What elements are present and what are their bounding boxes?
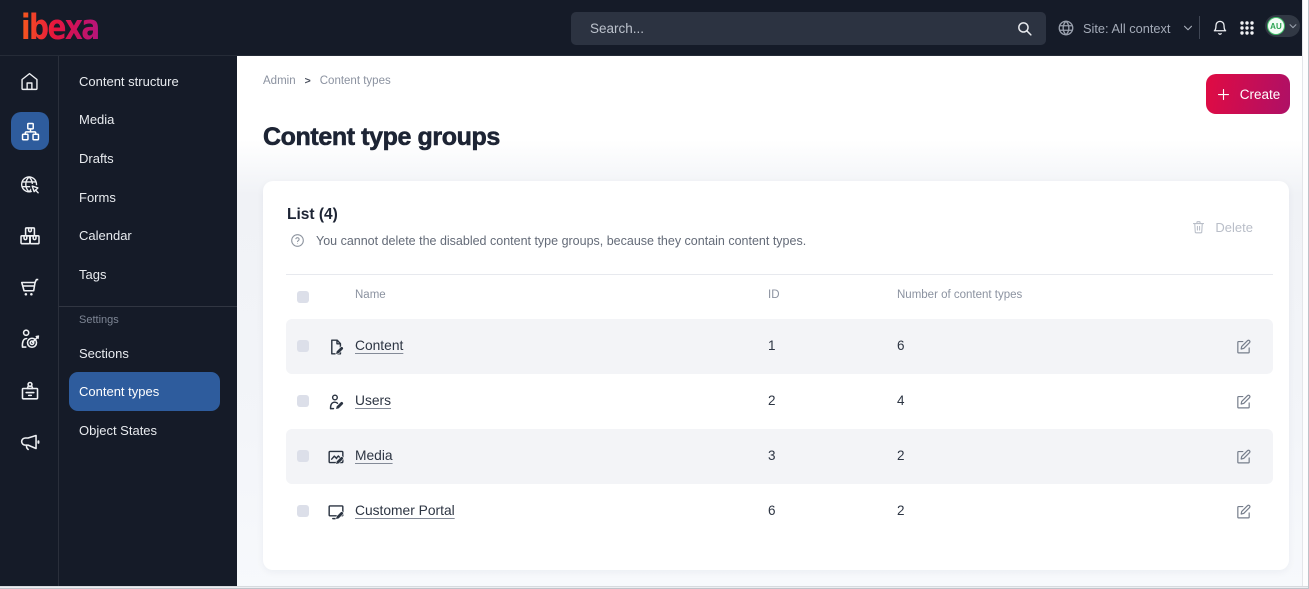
delete-button-label: Delete [1215,219,1253,235]
edit-icon[interactable] [1235,503,1252,520]
table-row: Content 1 6 [286,319,1273,374]
vertical-scrollbar[interactable] [1302,0,1309,586]
sidebar-item-label: Forms [79,189,116,205]
help-text: You cannot delete the disabled content t… [316,233,807,248]
group-link[interactable]: Users [355,393,391,408]
column-header-name: Name [355,289,386,301]
row-checkbox[interactable] [297,395,309,407]
rail-megaphone-icon[interactable] [0,422,59,462]
row-checkbox[interactable] [297,340,309,352]
sidebar-item-label: Drafts [79,150,114,166]
sidebar-item-label: Object States [79,422,158,438]
sidebar-item-label: Calendar [79,228,132,243]
table-header: Name ID Number of content types [263,285,1289,309]
group-link[interactable]: Customer Portal [355,503,455,518]
sidebar-item-label: Media [79,112,115,127]
group-count: 2 [897,448,905,463]
avatar[interactable]: AU [1267,17,1285,35]
page-title: Content type groups [263,123,501,152]
sidebar-item-content-types[interactable]: Content types [69,371,220,411]
ibexa-logo[interactable]: ibexa [21,8,100,48]
app-grid-icon[interactable] [1240,21,1254,35]
table-row: Users 2 4 [286,374,1273,429]
breadcrumb-content-types: Content types [319,75,391,87]
site-context-label: Site: All context [1083,20,1171,36]
search-placeholder: Search... [590,21,645,36]
breadcrumb: Admin > Content types [263,75,391,87]
sidebar-item-sections[interactable]: Sections [59,334,237,372]
table-top-divider [286,274,1273,275]
trash-icon [1191,219,1206,235]
breadcrumb-separator: > [304,75,311,87]
rail-dashboard-home-icon[interactable] [0,61,59,101]
sidebar-divider [59,306,237,307]
sidebar-item-tags[interactable]: Tags [59,255,237,293]
group-count: 4 [897,393,905,408]
search-input[interactable]: Search... [571,12,1046,45]
rail-site-search-icon[interactable] [0,165,59,205]
sidebar-item-label: Content structure [79,73,179,89]
select-all-checkbox[interactable] [297,291,309,303]
sidebar-item-label: Sections [79,345,129,361]
image-edit-icon [327,448,345,466]
sidebar-item-label: Tags [79,266,107,282]
group-id: 1 [768,338,776,353]
monitor-edit-icon [327,503,345,521]
table-row: Media 3 2 [286,429,1273,484]
row-checkbox[interactable] [297,505,309,517]
rail-id-badge-icon[interactable] [0,371,59,411]
rail-commerce-cart-icon[interactable] [0,268,59,308]
group-id: 2 [768,393,776,408]
group-id: 3 [768,448,776,463]
user-menu-chevron-icon [1288,21,1298,31]
column-header-count: Number of content types [897,289,1023,301]
list-card: List (4) You cannot delete the disabled … [263,181,1289,570]
icon-rail [0,56,59,586]
group-count: 6 [897,338,905,353]
group-link[interactable]: Media [355,448,393,463]
sidebar-item-media[interactable]: Media [59,101,237,139]
group-id: 6 [768,503,776,518]
search-icon[interactable] [1016,20,1033,37]
sidebar-item-label: Content types [79,383,160,399]
plus-icon [1216,87,1231,102]
app-frame: ibexa Search... Site: All context AU Con… [0,0,1309,589]
sidebar-item-forms[interactable]: Forms [59,178,237,216]
topbar-divider [1199,16,1200,39]
sidebar-item-object-states[interactable]: Object States [59,411,237,449]
help-circle-icon [290,233,305,248]
edit-icon[interactable] [1235,393,1252,410]
user-menu[interactable]: AU [1265,15,1300,37]
column-header-id: ID [768,289,780,301]
site-context-switcher[interactable]: Site: All context [1057,0,1194,56]
chevron-down-icon [1182,22,1194,34]
edit-icon[interactable] [1235,448,1252,465]
breadcrumb-admin[interactable]: Admin [263,75,296,87]
topbar: ibexa Search... Site: All context AU [0,0,1302,56]
row-checkbox[interactable] [297,450,309,462]
file-edit-icon [327,338,345,356]
create-button[interactable]: Create [1206,74,1290,114]
group-count: 2 [897,503,905,518]
user-edit-icon [327,393,345,411]
table-row: Customer Portal 6 2 [286,484,1273,539]
rail-product-catalog-icon[interactable] [0,216,59,256]
sidebar-menu: Content structure Media Drafts Forms Cal… [59,56,237,586]
group-link[interactable]: Content [355,338,403,353]
sidebar-item-content-structure[interactable]: Content structure [59,62,237,100]
list-heading: List (4) [287,206,338,223]
sidebar-item-drafts[interactable]: Drafts [59,139,237,177]
notifications-bell-icon[interactable] [1212,20,1228,36]
delete-button[interactable]: Delete [1191,219,1253,235]
rail-content-structure-icon[interactable] [11,112,49,150]
sidebar-settings-label: Settings [79,314,119,326]
rail-personalization-icon[interactable] [0,319,59,359]
help-row: You cannot delete the disabled content t… [290,233,806,248]
globe-icon [1057,19,1075,37]
create-button-label: Create [1239,86,1281,102]
edit-icon[interactable] [1235,338,1252,355]
sidebar-item-calendar[interactable]: Calendar [59,217,237,255]
